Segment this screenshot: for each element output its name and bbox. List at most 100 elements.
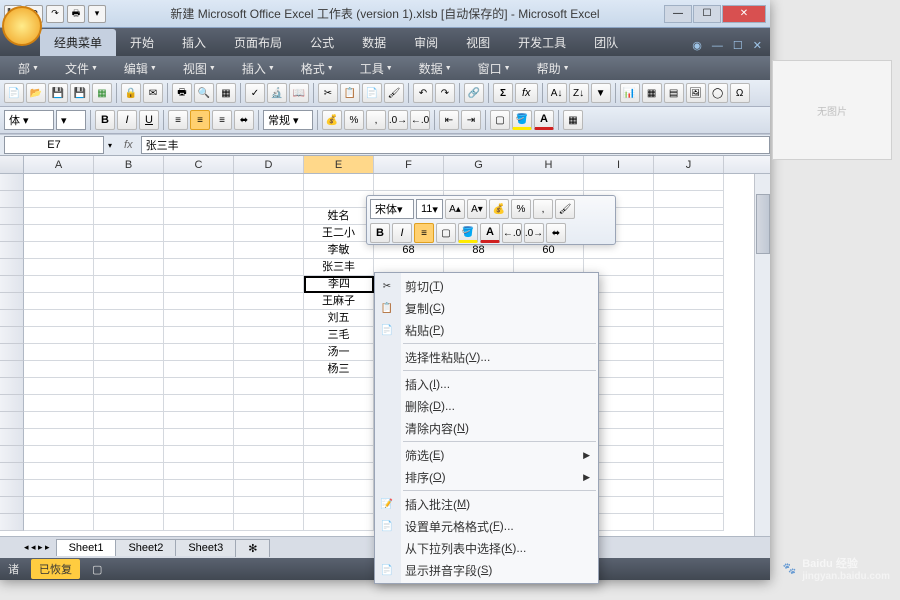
cell-D16[interactable] bbox=[234, 429, 304, 446]
cell-G1[interactable] bbox=[444, 174, 514, 191]
redo-icon[interactable]: ↷ bbox=[46, 5, 64, 23]
cell-B5[interactable] bbox=[94, 242, 164, 259]
ribbon-tab-9[interactable]: 团队 bbox=[580, 29, 632, 56]
cell-C20[interactable] bbox=[164, 497, 234, 514]
percent-icon[interactable]: % bbox=[344, 110, 364, 130]
row-header[interactable] bbox=[0, 463, 24, 480]
maximize-button[interactable]: ☐ bbox=[693, 5, 721, 23]
cell-D1[interactable] bbox=[234, 174, 304, 191]
mini-font-color-icon[interactable]: A bbox=[480, 223, 500, 243]
ribbon-tab-8[interactable]: 开发工具 bbox=[504, 29, 580, 56]
decrease-indent-icon[interactable]: ⇤ bbox=[439, 110, 459, 130]
column-header-B[interactable]: B bbox=[94, 156, 164, 173]
underline-button[interactable]: U bbox=[139, 110, 159, 130]
cell-C15[interactable] bbox=[164, 412, 234, 429]
undo-icon[interactable]: ↶ bbox=[413, 83, 433, 103]
menu-item-5[interactable]: 格式 ▼ bbox=[289, 57, 346, 80]
ribbon-tab-0[interactable]: 经典菜单 bbox=[40, 29, 116, 56]
comma-icon[interactable]: , bbox=[366, 110, 386, 130]
row-header[interactable] bbox=[0, 225, 24, 242]
cell-A4[interactable] bbox=[24, 225, 94, 242]
column-header-D[interactable]: D bbox=[234, 156, 304, 173]
number-format-selector[interactable]: 常规 ▾ bbox=[263, 110, 313, 130]
row-header[interactable] bbox=[0, 497, 24, 514]
cell-E20[interactable] bbox=[304, 497, 374, 514]
cell-B17[interactable] bbox=[94, 446, 164, 463]
cell-E11[interactable]: 汤一 bbox=[304, 344, 374, 361]
context-menu-item[interactable]: 📄显示拼音字段(S) bbox=[375, 559, 598, 581]
column-header-I[interactable]: I bbox=[584, 156, 654, 173]
cell-C1[interactable] bbox=[164, 174, 234, 191]
cell-J1[interactable] bbox=[654, 174, 724, 191]
cell-C16[interactable] bbox=[164, 429, 234, 446]
context-menu-item[interactable]: 清除内容(N) bbox=[375, 417, 598, 439]
row-header[interactable] bbox=[0, 344, 24, 361]
save-icon[interactable]: 💾 bbox=[48, 83, 68, 103]
column-header-G[interactable]: G bbox=[444, 156, 514, 173]
menu-item-1[interactable]: 文件 ▼ bbox=[53, 57, 110, 80]
currency-icon[interactable]: 💰 bbox=[322, 110, 342, 130]
align-center-icon[interactable]: ≡ bbox=[190, 110, 210, 130]
cell-D6[interactable] bbox=[234, 259, 304, 276]
align-left-icon[interactable]: ≡ bbox=[168, 110, 188, 130]
column-header-J[interactable]: J bbox=[654, 156, 724, 173]
row-header[interactable] bbox=[0, 480, 24, 497]
mini-percent-icon[interactable]: % bbox=[511, 199, 531, 219]
cell-J21[interactable] bbox=[654, 514, 724, 531]
redo-icon[interactable]: ↷ bbox=[435, 83, 455, 103]
print-area-icon[interactable]: ▦ bbox=[216, 83, 236, 103]
mini-grow-font-icon[interactable]: A▴ bbox=[445, 199, 465, 219]
function-icon[interactable]: fx bbox=[515, 83, 538, 103]
thesaurus-icon[interactable]: 📖 bbox=[289, 83, 309, 103]
cell-D7[interactable] bbox=[234, 276, 304, 293]
cell-J2[interactable] bbox=[654, 191, 724, 208]
row-header[interactable] bbox=[0, 412, 24, 429]
sort-desc-icon[interactable]: Z↓ bbox=[569, 83, 589, 103]
context-menu-item[interactable]: 排序(O)▶ bbox=[375, 466, 598, 488]
cell-C11[interactable] bbox=[164, 344, 234, 361]
cell-J15[interactable] bbox=[654, 412, 724, 429]
cell-E14[interactable] bbox=[304, 395, 374, 412]
cell-B6[interactable] bbox=[94, 259, 164, 276]
print-icon[interactable]: 🖶 bbox=[172, 83, 192, 103]
cell-B16[interactable] bbox=[94, 429, 164, 446]
cell-D2[interactable] bbox=[234, 191, 304, 208]
cell-B21[interactable] bbox=[94, 514, 164, 531]
mini-borders-icon[interactable]: ▢ bbox=[436, 223, 456, 243]
sheet-tab-Sheet1[interactable]: Sheet1 bbox=[56, 539, 117, 556]
ribbon-tab-2[interactable]: 插入 bbox=[168, 29, 220, 56]
increase-decimal-icon[interactable]: .0→ bbox=[388, 110, 408, 130]
cell-A10[interactable] bbox=[24, 327, 94, 344]
qat-more-icon[interactable]: ▾ bbox=[88, 5, 106, 23]
cell-D12[interactable] bbox=[234, 361, 304, 378]
cell-C4[interactable] bbox=[164, 225, 234, 242]
research-icon[interactable]: 🔬 bbox=[267, 83, 287, 103]
cell-B7[interactable] bbox=[94, 276, 164, 293]
cell-E9[interactable]: 刘五 bbox=[304, 310, 374, 327]
format-painter-icon[interactable]: 🖌 bbox=[384, 83, 404, 103]
context-menu-item[interactable]: ✂剪切(T) bbox=[375, 275, 598, 297]
cell-I1[interactable] bbox=[584, 174, 654, 191]
font-color-icon[interactable]: A bbox=[534, 110, 554, 130]
mini-increase-decimal-icon[interactable]: .0→ bbox=[524, 223, 544, 243]
column-header-H[interactable]: H bbox=[514, 156, 584, 173]
cell-E18[interactable] bbox=[304, 463, 374, 480]
cell-A18[interactable] bbox=[24, 463, 94, 480]
ribbon-tab-3[interactable]: 页面布局 bbox=[220, 29, 296, 56]
cell-A7[interactable] bbox=[24, 276, 94, 293]
cell-J7[interactable] bbox=[654, 276, 724, 293]
cell-D13[interactable] bbox=[234, 378, 304, 395]
mini-decrease-decimal-icon[interactable]: ←.0 bbox=[502, 223, 522, 243]
cell-F1[interactable] bbox=[374, 174, 444, 191]
minimize-button[interactable]: — bbox=[664, 5, 692, 23]
cell-B3[interactable] bbox=[94, 208, 164, 225]
mini-merge-icon[interactable]: ⬌ bbox=[546, 223, 566, 243]
cell-C9[interactable] bbox=[164, 310, 234, 327]
spell-icon[interactable]: ✓ bbox=[245, 83, 265, 103]
help-icon[interactable]: ◉ bbox=[692, 39, 702, 52]
mini-align-center-icon[interactable]: ≡ bbox=[414, 223, 434, 243]
cell-J18[interactable] bbox=[654, 463, 724, 480]
row-header[interactable] bbox=[0, 174, 24, 191]
cell-A5[interactable] bbox=[24, 242, 94, 259]
cell-A8[interactable] bbox=[24, 293, 94, 310]
